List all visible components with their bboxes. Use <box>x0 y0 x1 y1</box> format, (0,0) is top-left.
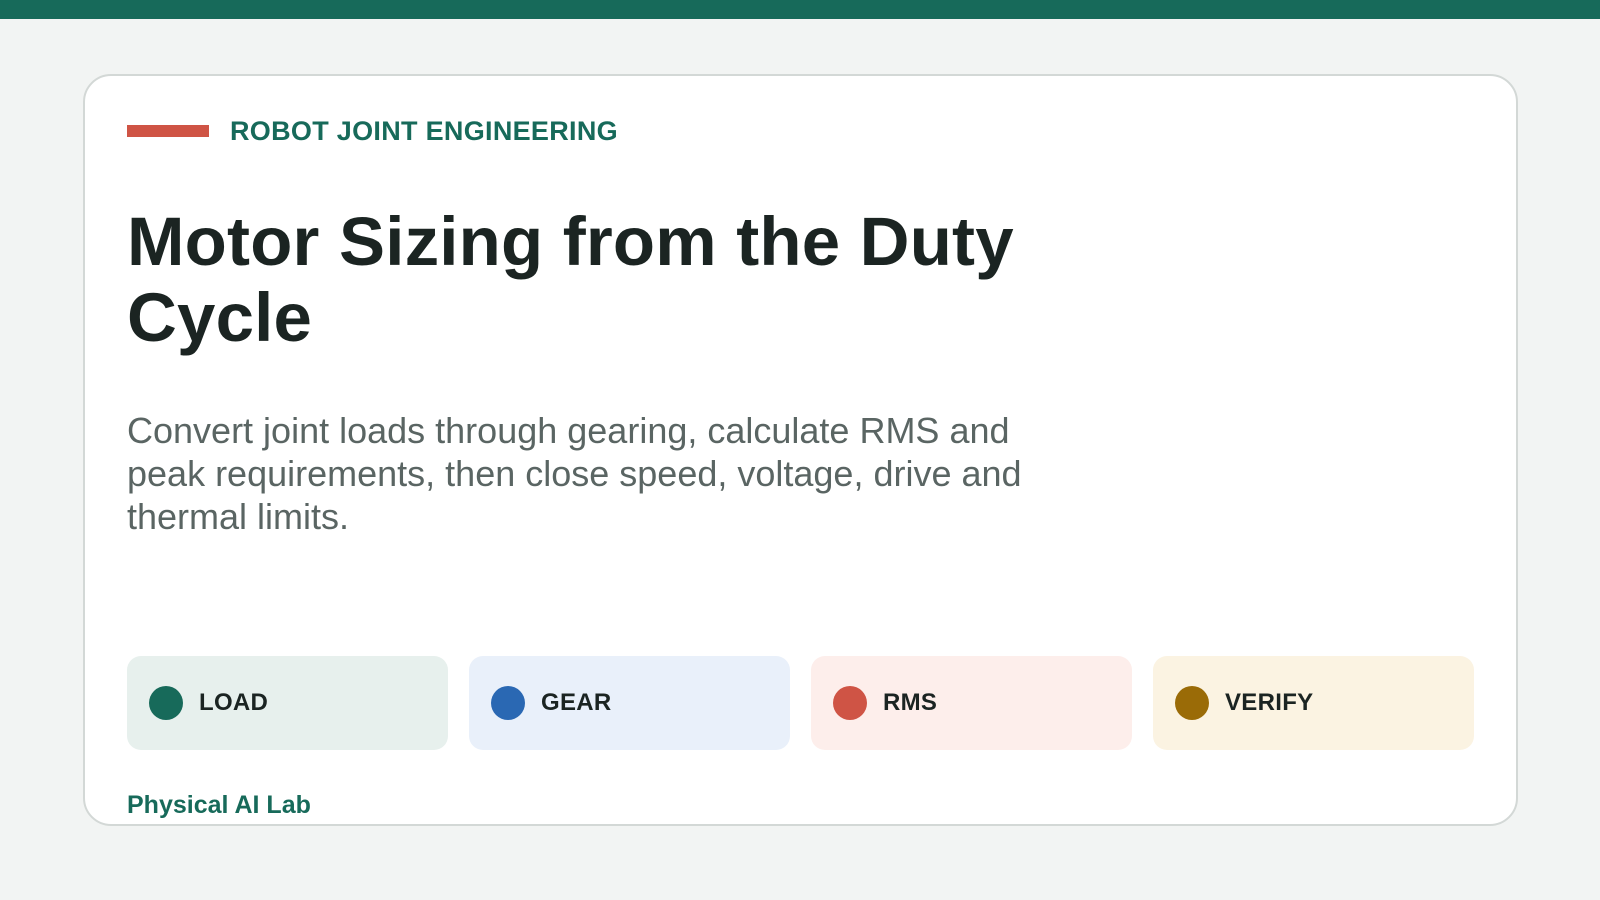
top-accent-bar <box>0 0 1600 19</box>
chip-label: VERIFY <box>1225 689 1314 716</box>
dot-icon <box>833 686 867 720</box>
chip-rms: RMS <box>811 656 1132 750</box>
chip-label: RMS <box>883 689 938 716</box>
slide-subtitle: Convert joint loads through gearing, cal… <box>127 410 1022 537</box>
dot-icon <box>149 686 183 720</box>
chip-label: GEAR <box>541 689 612 716</box>
slide-card: ROBOT JOINT ENGINEERING Motor Sizing fro… <box>83 74 1518 826</box>
eyebrow: ROBOT JOINT ENGINEERING <box>127 116 618 146</box>
eyebrow-label: ROBOT JOINT ENGINEERING <box>230 115 618 146</box>
eyebrow-accent-rule <box>127 125 209 137</box>
dot-icon <box>1175 686 1209 720</box>
footer-brand: Physical AI Lab <box>127 791 311 819</box>
chip-load: LOAD <box>127 656 448 750</box>
dot-icon <box>491 686 525 720</box>
chip-label: LOAD <box>199 689 269 716</box>
chip-gear: GEAR <box>469 656 790 750</box>
step-chips: LOAD GEAR RMS VERIFY <box>127 656 1474 750</box>
slide-title: Motor Sizing from the Duty Cycle <box>127 203 1014 356</box>
chip-verify: VERIFY <box>1153 656 1474 750</box>
